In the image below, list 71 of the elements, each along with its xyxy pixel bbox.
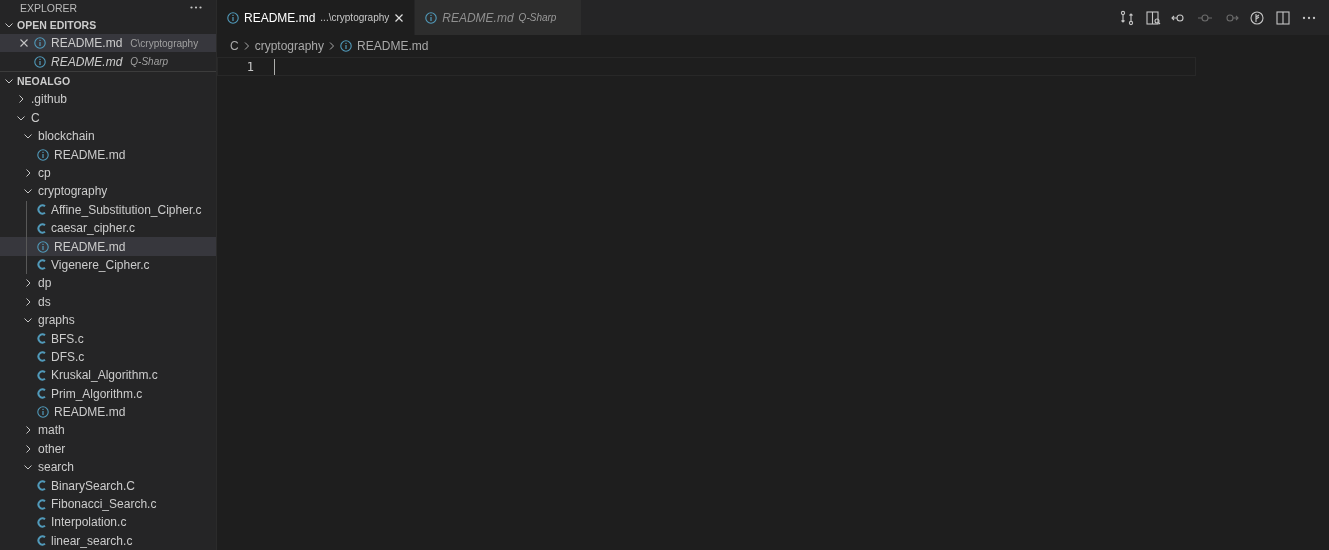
- section-header[interactable]: OPEN EDITORS: [17, 18, 97, 31]
- info-icon: [37, 148, 49, 161]
- file-item[interactable]: Prim_Algorithm.c: [0, 384, 216, 403]
- breadcrumb[interactable]: cryptography: [254, 39, 325, 53]
- text-cursor: [274, 58, 275, 75]
- section-header[interactable]: NEOALGO: [17, 75, 71, 88]
- chevron-right-icon[interactable]: [23, 278, 33, 289]
- folder-item[interactable]: .github: [0, 90, 216, 109]
- open-editor-item[interactable]: README.md Q-Sharp: [0, 52, 216, 71]
- timeline-icon[interactable]: [1249, 9, 1265, 26]
- file-item[interactable]: BinarySearch.C: [0, 476, 216, 495]
- file-item[interactable]: Kruskal_Algorithm.c: [0, 366, 216, 385]
- chevron-right-icon[interactable]: [23, 425, 33, 436]
- folder-item[interactable]: other: [0, 439, 216, 459]
- open-preview-icon[interactable]: [1145, 9, 1161, 26]
- compare-changes-icon[interactable]: [1119, 9, 1135, 26]
- line-number: 1: [245, 59, 254, 74]
- chevron-right-icon[interactable]: [23, 296, 33, 307]
- c-file-icon: [37, 369, 46, 381]
- close-icon[interactable]: [19, 38, 29, 49]
- file-item[interactable]: Affine_Substitution_Cipher.c: [0, 200, 216, 219]
- folder-item[interactable]: dp: [0, 274, 216, 293]
- chevron-right-icon: [328, 41, 337, 51]
- info-icon: [34, 55, 46, 68]
- file-item[interactable]: Interpolation.c: [0, 513, 216, 532]
- file-item[interactable]: Vigenere_Cipher.c: [0, 255, 216, 275]
- folder-item[interactable]: search: [0, 458, 216, 477]
- panel-title: EXPLORER: [20, 1, 78, 14]
- c-file-icon: [37, 480, 46, 492]
- file-item[interactable]: linear_search.c: [0, 531, 216, 550]
- folder-item[interactable]: graphs: [0, 310, 216, 330]
- close-icon[interactable]: [394, 12, 405, 23]
- c-file-icon: [37, 535, 46, 547]
- info-icon: [425, 11, 438, 24]
- c-file-icon: [37, 204, 46, 216]
- open-editor-item[interactable]: README.md C\cryptography: [0, 34, 216, 53]
- c-file-icon: [37, 333, 46, 344]
- split-editor-icon[interactable]: [1275, 9, 1291, 26]
- info-icon: [227, 11, 239, 24]
- file-item[interactable]: BFS.c: [0, 329, 216, 348]
- chevron-right-icon[interactable]: [16, 94, 26, 105]
- folder-item[interactable]: blockchain: [0, 127, 216, 146]
- info-icon: [37, 240, 49, 253]
- chevron-right-icon[interactable]: [23, 168, 33, 178]
- more-icon[interactable]: [190, 6, 202, 10]
- folder-item[interactable]: ds: [0, 292, 216, 311]
- breadcrumb[interactable]: C: [230, 39, 239, 53]
- file-item[interactable]: README.md: [0, 402, 216, 422]
- info-icon: [340, 40, 353, 52]
- folder-item[interactable]: cryptography: [0, 182, 216, 201]
- file-item[interactable]: caesar_cipher.c: [0, 218, 216, 238]
- c-file-icon: [37, 388, 46, 400]
- chevron-right-icon: [242, 41, 251, 51]
- file-item[interactable]: DFS.c: [0, 347, 216, 367]
- c-file-icon: [37, 498, 46, 510]
- c-file-icon: [37, 222, 46, 234]
- chevron-right-icon[interactable]: [23, 443, 33, 454]
- editor-tab[interactable]: README.md Q-Sharp: [415, 0, 583, 35]
- file-item[interactable]: Fibonacci_Search.c: [0, 494, 216, 514]
- c-file-icon: [37, 516, 46, 528]
- c-file-icon: [37, 351, 46, 363]
- folder-item[interactable]: C: [0, 108, 216, 127]
- folder-item[interactable]: cp: [0, 163, 216, 183]
- breadcrumb[interactable]: README.md: [340, 39, 429, 53]
- info-icon: [34, 37, 46, 50]
- file-item[interactable]: README.md: [0, 145, 216, 164]
- folder-item[interactable]: math: [0, 421, 216, 440]
- info-icon: [37, 406, 49, 419]
- editor-tab[interactable]: README.md ...\cryptography: [217, 0, 416, 35]
- c-file-icon: [37, 259, 46, 271]
- file-item[interactable]: README.md: [0, 237, 216, 256]
